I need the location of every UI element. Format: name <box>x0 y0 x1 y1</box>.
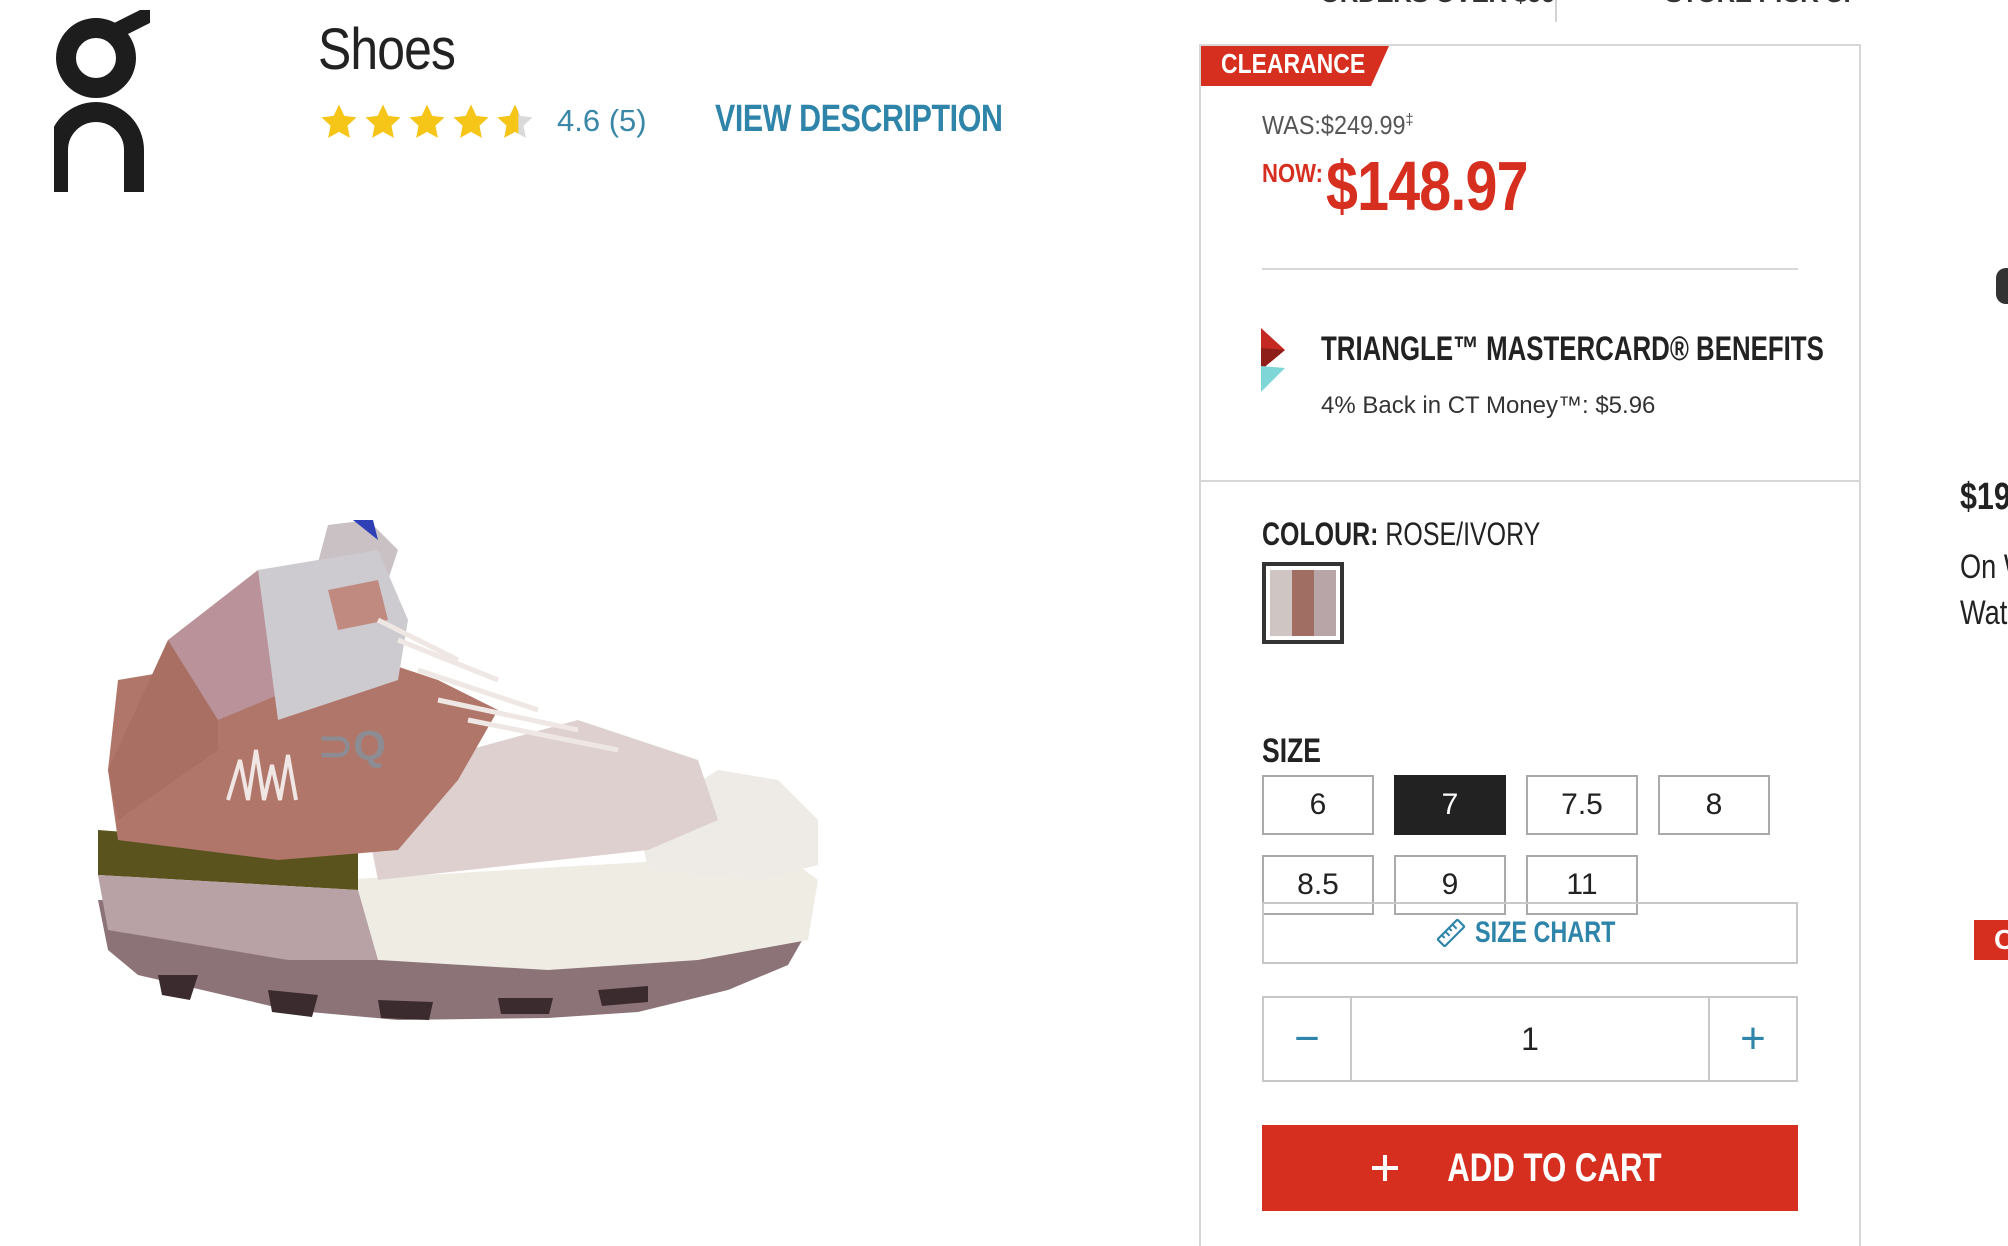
recommended-product-name-line2[interactable]: Wat <box>1960 594 2007 633</box>
plus-icon <box>1371 1155 1398 1181</box>
colour-value: ROSE/IVORY <box>1385 516 1541 552</box>
size-option-7-5[interactable]: 7.5 <box>1526 775 1638 835</box>
was-price-footnote: ‡ <box>1405 111 1414 129</box>
swatch-stripe <box>1292 570 1314 636</box>
on-brand-logo[interactable] <box>54 10 150 192</box>
now-label: NOW: <box>1262 158 1323 188</box>
swatch-stripe <box>1314 570 1336 636</box>
strip-divider <box>1555 0 1557 22</box>
swatch-preview <box>1270 570 1336 636</box>
was-price: WAS:$249.99‡ <box>1262 110 1414 141</box>
store-pickup-text: STORE PICK UP <box>1665 0 1861 9</box>
divider <box>1201 480 1859 482</box>
size-option-8[interactable]: 8 <box>1658 775 1770 835</box>
mastercard-benefits-title[interactable]: TRIANGLE™ MASTERCARD® BENEFITS <box>1321 330 1824 369</box>
add-to-cart-label: ADD TO CART <box>1446 1145 1662 1190</box>
size-label: SIZE <box>1262 732 1321 770</box>
quantity-stepper: − 1 + <box>1262 996 1798 1082</box>
buy-box: CLEARANCE WAS:$249.99‡ NOW: $148.97 TRIA… <box>1199 44 1861 1246</box>
colour-swatch-rose-ivory[interactable] <box>1262 562 1344 644</box>
shipping-promo-text: ORDERS OVER $99 <box>1320 0 1556 9</box>
now-price: $148.97 <box>1326 147 1529 225</box>
top-utility-strip: ORDERS OVER $99 STORE PICK UP <box>1250 0 2008 22</box>
recommended-product-badge: C <box>1974 920 2008 960</box>
recommended-product-price: $19 <box>1960 476 2008 518</box>
star-half-icon <box>497 104 533 138</box>
swatch-stripe <box>1270 570 1292 636</box>
product-title: Shoes <box>318 17 456 82</box>
recommended-product-image[interactable] <box>1996 268 2008 304</box>
quantity-decrease-button[interactable]: − <box>1264 998 1352 1080</box>
clearance-label: CLEARANCE <box>1221 48 1366 79</box>
product-image[interactable]: ⊃Q <box>78 520 1038 1100</box>
quantity-increase-button[interactable]: + <box>1708 998 1796 1080</box>
rating-summary[interactable]: 4.6 (5) <box>557 103 647 139</box>
size-chart-label: SIZE CHART <box>1475 916 1616 949</box>
star-icon <box>321 104 357 138</box>
star-icon <box>409 104 445 138</box>
quantity-input[interactable]: 1 <box>1352 998 1708 1080</box>
add-to-cart-button[interactable]: ADD TO CART <box>1262 1125 1798 1211</box>
colour-label-key: COLOUR: <box>1262 516 1379 552</box>
was-price-value: WAS:$249.99 <box>1262 110 1406 140</box>
triangle-logo-icon <box>1261 328 1285 392</box>
star-icon <box>365 104 401 138</box>
size-chart-button[interactable]: SIZE CHART <box>1262 902 1798 964</box>
svg-text:⊃Q: ⊃Q <box>318 722 386 769</box>
size-option-6[interactable]: 6 <box>1262 775 1374 835</box>
ruler-icon <box>1436 918 1466 948</box>
recommended-product-name[interactable]: On W <box>1960 548 2008 587</box>
rating-stars[interactable] <box>318 102 536 142</box>
ct-money-detail: 4% Back in CT Money™: $5.96 <box>1321 392 1656 419</box>
star-icon <box>453 104 489 138</box>
size-option-7[interactable]: 7 <box>1394 775 1506 835</box>
view-description-link[interactable]: VIEW DESCRIPTION <box>715 98 1003 141</box>
hiking-shoe-illustration: ⊃Q <box>98 520 818 1020</box>
divider <box>1262 268 1798 270</box>
colour-label: COLOUR: ROSE/IVORY <box>1262 516 1540 553</box>
